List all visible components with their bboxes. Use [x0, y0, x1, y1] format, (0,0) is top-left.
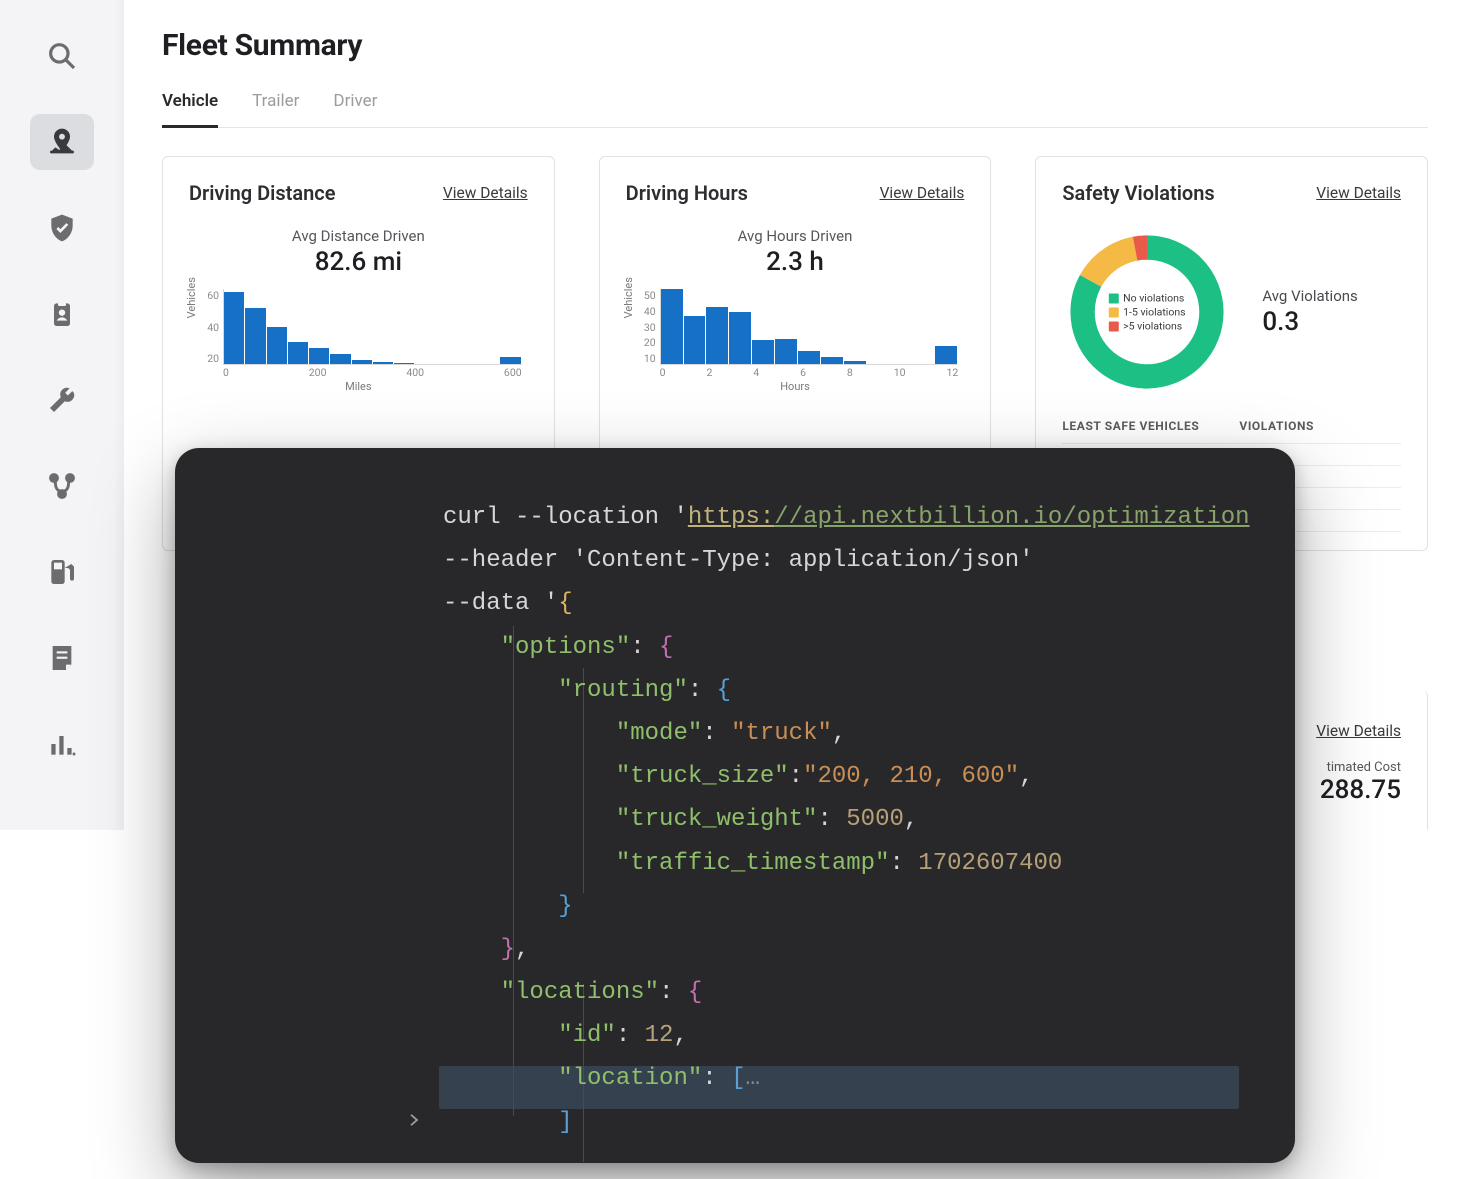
location-icon[interactable]: [30, 114, 94, 170]
tab-trailer[interactable]: Trailer: [252, 91, 299, 128]
fold-caret-icon[interactable]: [405, 1104, 423, 1144]
sidebar: [0, 0, 124, 830]
route-icon[interactable]: [30, 458, 94, 514]
cost-value: 288.75: [1320, 775, 1401, 805]
code-snippet-card: curl --location 'https://api.nextbillion…: [175, 448, 1295, 1163]
bar-chart-icon[interactable]: [30, 716, 94, 772]
tabs: Vehicle Trailer Driver: [162, 91, 1428, 128]
avg-value: 2.3 h: [766, 247, 824, 277]
view-details-link[interactable]: View Details: [1316, 722, 1401, 740]
fuel-icon[interactable]: [30, 544, 94, 600]
notes-icon[interactable]: [30, 630, 94, 686]
card-title: Safety Violations: [1062, 181, 1214, 205]
x-ticks: 0 2 4 6 8 10 12: [660, 366, 959, 379]
avg-value: 82.6 mi: [315, 247, 402, 277]
distance-histogram: Vehicles 60 40 20 0 200 400 600 Miles: [189, 289, 528, 389]
avg-value: 0.3: [1262, 307, 1357, 337]
shield-icon[interactable]: [30, 200, 94, 256]
y-axis-label: Vehicles: [622, 277, 635, 318]
view-details-link[interactable]: View Details: [443, 184, 528, 202]
x-ticks: 0 200 400 600: [223, 366, 522, 379]
plot-area: [223, 289, 522, 365]
card-title: Driving Hours: [626, 181, 748, 205]
y-axis-label: Vehicles: [185, 277, 198, 318]
x-axis-label: Hours: [626, 380, 965, 393]
card-title: Driving Distance: [189, 181, 335, 205]
y-ticks: 60 40 20: [203, 289, 219, 365]
hours-histogram: Vehicles 50 40 30 20 10 0 2 4 6 8: [626, 289, 965, 389]
clipboard-icon[interactable]: [30, 286, 94, 342]
tab-driver[interactable]: Driver: [333, 91, 377, 128]
avg-label: Avg Violations: [1262, 287, 1357, 305]
wrench-icon[interactable]: [30, 372, 94, 428]
tab-vehicle[interactable]: Vehicle: [162, 91, 218, 128]
page-title: Fleet Summary: [162, 28, 1428, 63]
view-details-link[interactable]: View Details: [880, 184, 965, 202]
plot-area: [660, 289, 959, 365]
avg-label: Avg Distance Driven: [292, 227, 425, 245]
safety-table-header: LEAST SAFE VEHICLES VIOLATIONS: [1062, 419, 1401, 433]
x-axis-label: Miles: [189, 380, 528, 393]
code-content: curl --location 'https://api.nextbillion…: [443, 496, 1247, 1144]
safety-donut: No violations 1-5 violations >5 violatio…: [1062, 227, 1232, 397]
code-gutter: [215, 496, 425, 1163]
donut-legend: No violations 1-5 violations >5 violatio…: [1109, 291, 1185, 334]
cost-label: timated Cost: [1327, 760, 1401, 775]
view-details-link[interactable]: View Details: [1316, 184, 1401, 202]
avg-label: Avg Hours Driven: [738, 227, 853, 245]
y-ticks: 50 40 30 20 10: [640, 289, 656, 365]
search-icon[interactable]: [30, 28, 94, 84]
